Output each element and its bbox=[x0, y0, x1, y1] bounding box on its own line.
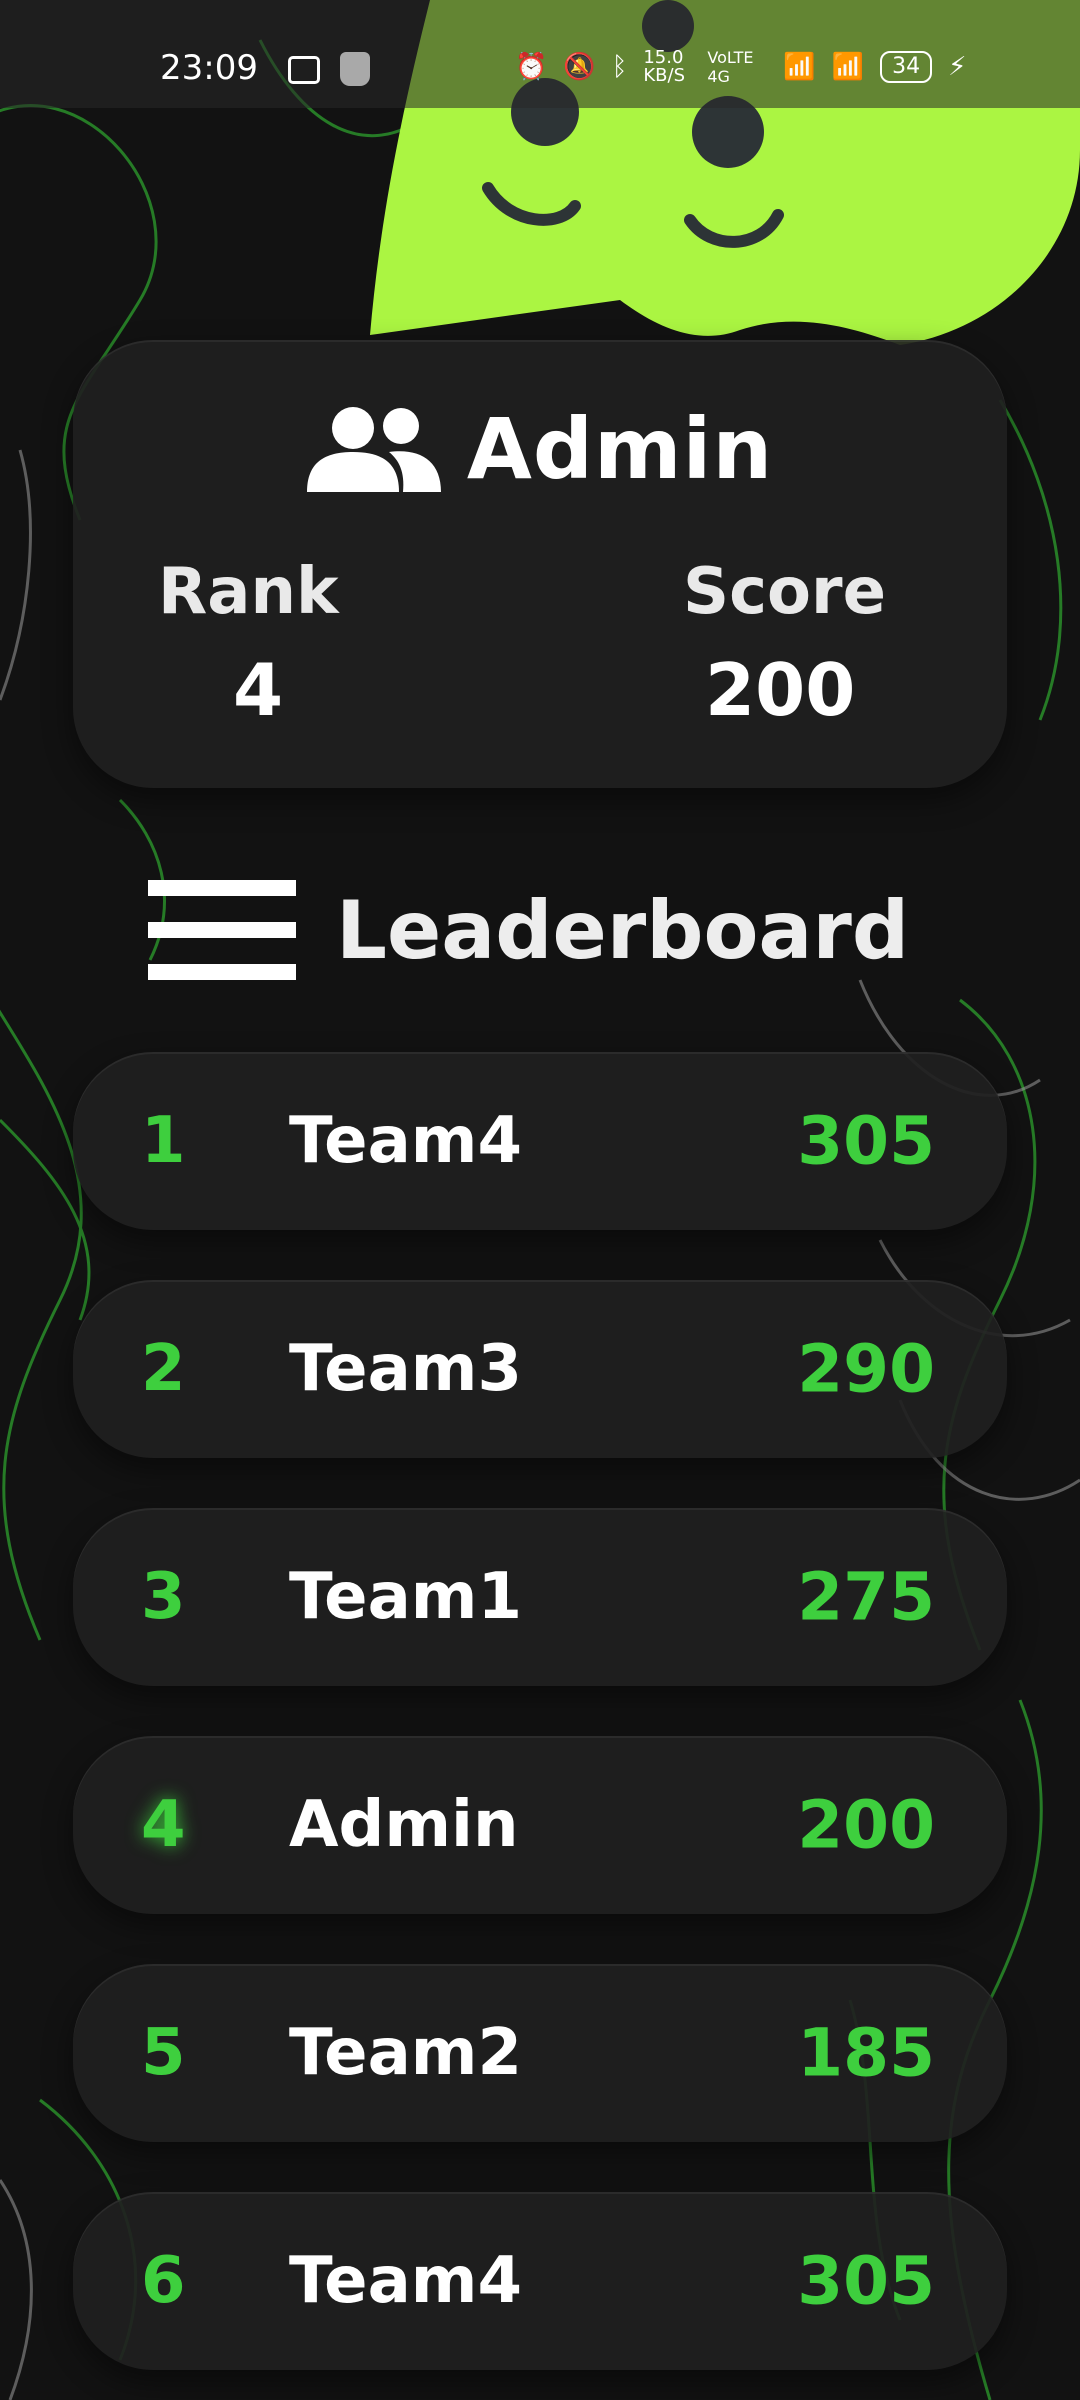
row-score: 275 bbox=[797, 1558, 935, 1636]
leaderboard-row[interactable]: 1 Team4 305 bbox=[73, 1052, 1007, 1230]
status-bar: 23:09 ⏰ 🔕 ᛒ 15.0 KB/S VoLTE 4G 📶 📶 34 ⚡ bbox=[0, 0, 1080, 108]
status-time: 23:09 bbox=[160, 48, 258, 88]
row-score: 290 bbox=[797, 1330, 935, 1408]
leaderboard-row[interactable]: 3 Team1 275 bbox=[73, 1508, 1007, 1686]
leaderboard-row[interactable]: 5 Team2 185 bbox=[73, 1964, 1007, 2142]
rank-value: 4 bbox=[233, 648, 284, 732]
profile-header: Admin bbox=[73, 400, 1007, 498]
score-value: 200 bbox=[705, 648, 856, 732]
row-rank: 2 bbox=[141, 1332, 186, 1406]
row-team: Team4 bbox=[289, 2244, 522, 2318]
profile-card: Admin Rank 4 Score 200 bbox=[73, 340, 1007, 788]
row-rank: 3 bbox=[141, 1560, 186, 1634]
signal-icon: 📶 bbox=[783, 52, 816, 82]
row-score: 185 bbox=[797, 2014, 935, 2092]
leaderboard-title: Leaderboard bbox=[336, 883, 910, 977]
status-icons: ⏰ 🔕 ᛒ 15.0 KB/S VoLTE 4G 📶 📶 34 ⚡ bbox=[515, 48, 966, 86]
battery-icon: 34 bbox=[880, 51, 933, 83]
row-score: 305 bbox=[797, 2242, 935, 2320]
charging-icon: ⚡ bbox=[948, 52, 967, 82]
row-score: 305 bbox=[797, 1102, 935, 1180]
row-score: 200 bbox=[797, 1786, 935, 1864]
alarm-icon: ⏰ bbox=[515, 52, 548, 82]
profile-name: Admin bbox=[466, 400, 774, 498]
row-team: Team1 bbox=[289, 1560, 522, 1634]
camera-icon bbox=[288, 56, 320, 84]
row-rank: 1 bbox=[141, 1104, 186, 1178]
score-label: Score bbox=[683, 555, 886, 629]
rank-label: Rank bbox=[158, 555, 339, 629]
row-team: Team4 bbox=[289, 1104, 522, 1178]
teeth-icon bbox=[340, 52, 370, 86]
leaderboard-header: Leaderboard bbox=[148, 880, 909, 980]
mute-icon: 🔕 bbox=[563, 52, 596, 82]
bluetooth-icon: ᛒ bbox=[611, 52, 628, 82]
net-speed: 15.0 KB/S bbox=[643, 47, 686, 86]
signal-icon-2: 📶 bbox=[831, 52, 865, 82]
row-team: Admin bbox=[289, 1788, 519, 1862]
menu-icon[interactable] bbox=[148, 880, 296, 980]
leaderboard-row[interactable]: 6 Team4 305 bbox=[73, 2192, 1007, 2370]
row-rank: 5 bbox=[141, 2016, 186, 2090]
row-rank: 4 bbox=[141, 1788, 186, 1862]
row-team: Team3 bbox=[289, 1332, 522, 1406]
row-rank: 6 bbox=[141, 2244, 186, 2318]
leaderboard-row-current-user[interactable]: 4 Admin 200 bbox=[73, 1736, 1007, 1914]
leaderboard-row[interactable]: 2 Team3 290 bbox=[73, 1280, 1007, 1458]
network-label: VoLTE 4G bbox=[707, 48, 754, 86]
users-icon bbox=[306, 407, 441, 492]
row-team: Team2 bbox=[289, 2016, 522, 2090]
